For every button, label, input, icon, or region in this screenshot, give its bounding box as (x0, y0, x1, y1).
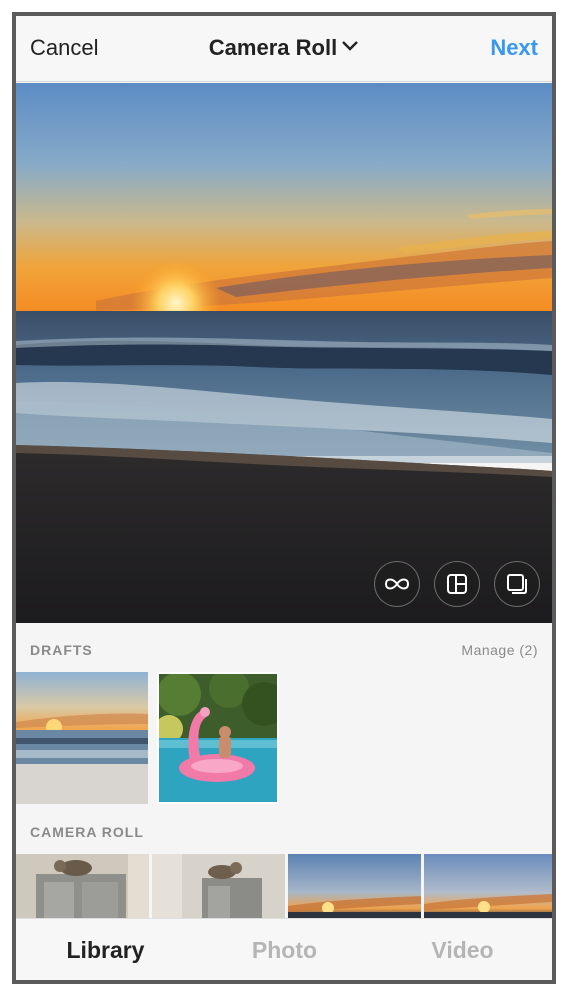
boomerang-button[interactable] (374, 561, 420, 607)
next-button[interactable]: Next (490, 35, 538, 61)
camera-roll-thumbnail[interactable] (424, 854, 552, 918)
album-selector[interactable]: Camera Roll (16, 35, 552, 61)
album-title: Camera Roll (208, 35, 338, 60)
tab-video[interactable]: Video (373, 937, 552, 964)
beach-sunset-thumbnail (16, 672, 148, 804)
camera-roll-thumbnail[interactable] (16, 854, 149, 918)
sunset-beach-photo (16, 83, 552, 623)
tab-photo[interactable]: Photo (195, 937, 374, 964)
cat-on-cabinet-thumbnail (16, 854, 149, 918)
sunset-thumbnail (424, 854, 552, 918)
camera-roll-thumbnail[interactable] (152, 854, 285, 918)
camera-roll-label: CAMERA ROLL (30, 824, 144, 840)
camera-roll-thumbnail[interactable] (288, 854, 421, 918)
select-multiple-button[interactable] (494, 561, 540, 607)
layout-button[interactable] (434, 561, 480, 607)
manage-drafts-button[interactable]: Manage (2) (461, 642, 538, 658)
bottom-tab-bar: Library Photo Video (16, 918, 552, 980)
draft-thumbnail[interactable] (157, 672, 279, 804)
cat-on-cabinet-thumbnail (152, 854, 285, 918)
draft-thumbnail[interactable] (16, 672, 148, 804)
chevron-down-icon (342, 41, 359, 51)
flamingo-pool-thumbnail (159, 674, 277, 802)
drafts-label: DRAFTS (30, 642, 93, 658)
sunset-thumbnail (288, 854, 421, 918)
multi-select-icon (507, 574, 527, 594)
selected-photo-preview[interactable] (16, 83, 552, 623)
tab-library[interactable]: Library (16, 937, 195, 964)
layout-icon (447, 574, 467, 594)
phone-frame: Cancel Camera Roll Next DRAFTS Manage (2… (12, 12, 556, 984)
top-nav-bar: Cancel Camera Roll Next (16, 16, 552, 82)
boomerang-icon (384, 578, 410, 590)
